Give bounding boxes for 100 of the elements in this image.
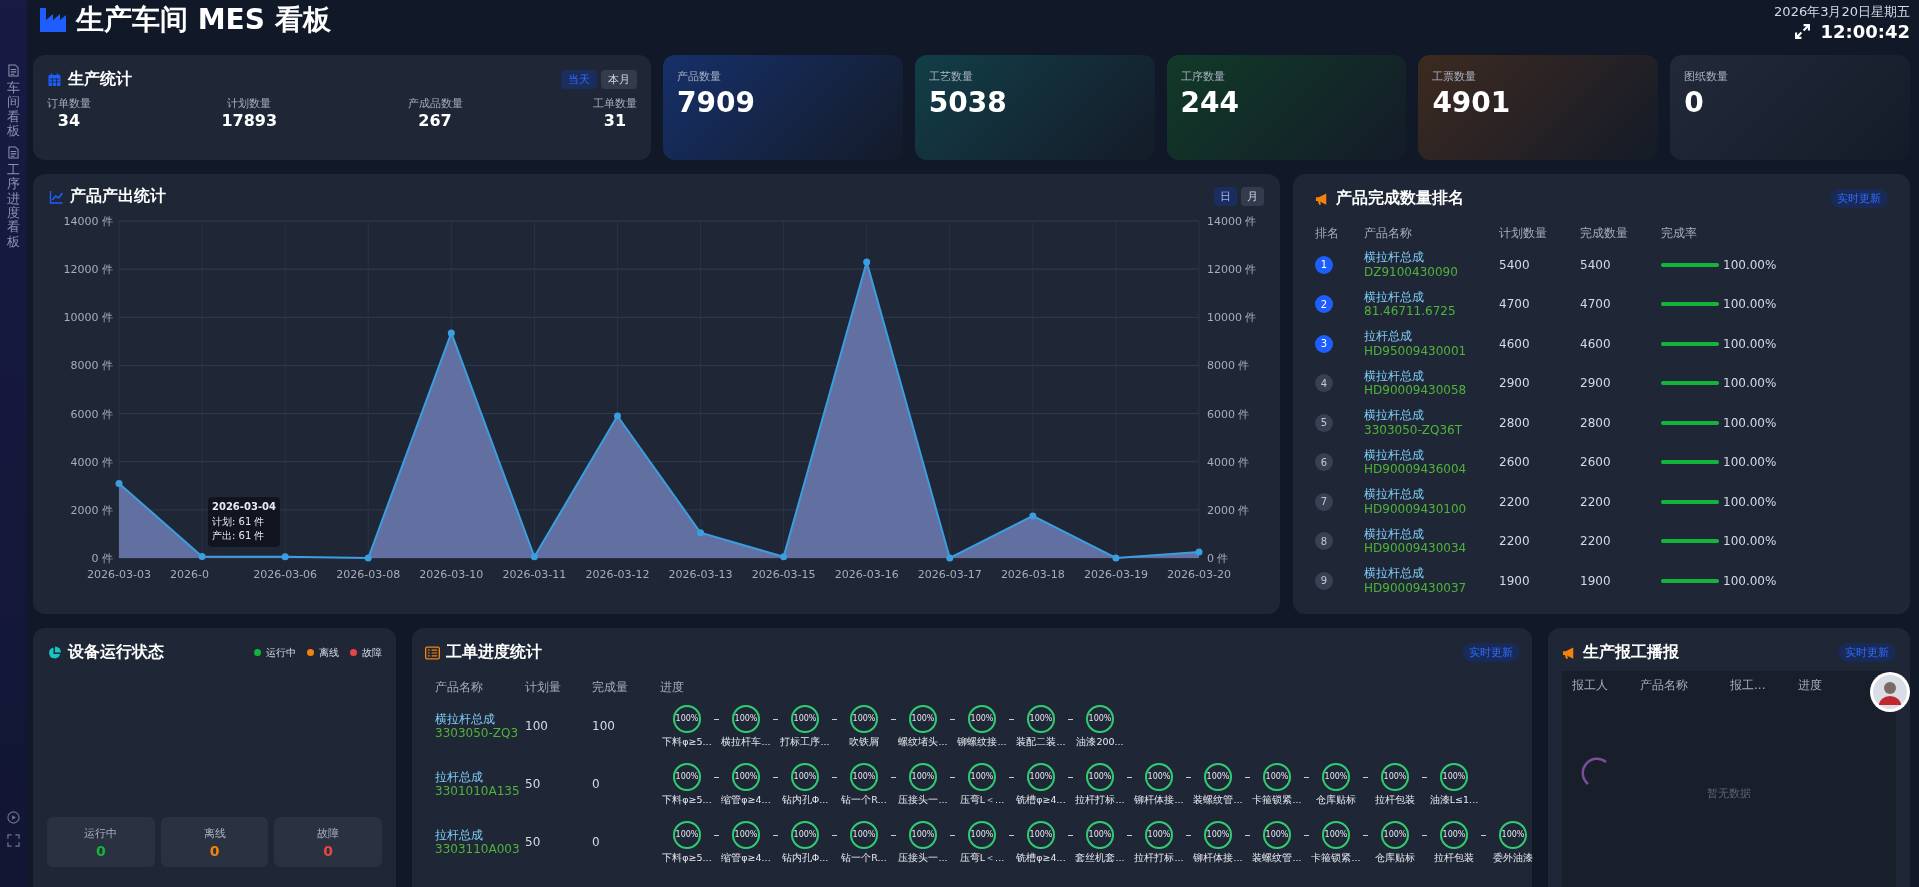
data-point[interactable]	[115, 479, 123, 487]
sidebar-item[interactable]: 工序进度看板	[7, 146, 20, 249]
axis-label: 10000 件	[63, 311, 113, 325]
step-label: 拉杆包装	[1434, 851, 1474, 865]
progress-bar	[1661, 539, 1719, 544]
panel-title: 设备运行状态	[68, 642, 164, 663]
axis-label: 12000 件	[1207, 263, 1257, 277]
rank-badge: 1	[1315, 255, 1333, 274]
step-label: 横拉杆车...	[721, 735, 771, 749]
status-label: 运行中	[84, 825, 118, 841]
data-point[interactable]	[1029, 512, 1037, 520]
play-icon[interactable]	[7, 811, 20, 824]
table-cell-text: 4700	[1580, 297, 1612, 312]
column-header: 进度	[660, 678, 685, 696]
ring-percent: 100%	[733, 829, 759, 841]
data-point[interactable]	[780, 553, 788, 561]
product-name: 横拉杆总成	[1364, 566, 1425, 581]
axis-label: 2026-03-19	[1083, 568, 1148, 581]
axis-label: 2000 件	[70, 503, 113, 517]
table-cell-text: 4600	[1499, 336, 1531, 351]
product-code: 3303110A003	[435, 842, 521, 857]
rate-text: 100.00%	[1723, 297, 1777, 312]
period-tab[interactable]: 月	[1241, 187, 1264, 206]
live-badge: 实时更新	[1462, 643, 1520, 662]
status-count: 0	[323, 842, 334, 859]
table-cell-text: 50	[525, 777, 542, 791]
sidebar-item[interactable]: 车间看板	[7, 64, 20, 139]
panel-title: 工单进度统计	[446, 642, 542, 663]
ring-percent: 100%	[1205, 771, 1231, 783]
table-cell-text: 5400	[1499, 257, 1531, 272]
product-code: HD90009430058	[1364, 383, 1468, 398]
column-header: 产品名称	[1364, 224, 1413, 242]
expand-icon[interactable]	[1795, 23, 1811, 39]
table-cell-text: 100	[525, 719, 549, 733]
data-point[interactable]	[613, 412, 621, 420]
data-point[interactable]	[863, 258, 871, 266]
data-point[interactable]	[697, 529, 705, 537]
fullscreen-icon[interactable]	[7, 834, 20, 847]
progress-bar	[1661, 341, 1719, 346]
data-point[interactable]	[530, 553, 538, 561]
data-point[interactable]	[198, 553, 206, 561]
rank-badge: 4	[1315, 374, 1333, 393]
axis-label: 14000 件	[1207, 215, 1257, 228]
data-point[interactable]	[946, 554, 954, 562]
period-tab[interactable]: 日	[1214, 187, 1237, 206]
product-name: 横拉杆总成	[435, 711, 496, 726]
product-name: 横拉杆总成	[1364, 368, 1425, 384]
status-label: 故障	[317, 825, 340, 841]
rank-badge: 2	[1315, 295, 1333, 314]
ring-percent: 100%	[1028, 713, 1054, 725]
data-point[interactable]	[364, 554, 372, 562]
axis-label: 6000 件	[70, 407, 113, 421]
axis-label: 2026-03-10	[419, 568, 484, 581]
data-point[interactable]	[1195, 548, 1203, 556]
ring-percent: 100%	[1500, 829, 1526, 841]
rank-badge: 5	[1315, 413, 1333, 432]
column-header: 报工...	[1730, 677, 1767, 694]
axis-label: 2000 件	[1207, 503, 1250, 517]
step-label: 拉杆包装	[1375, 793, 1415, 807]
axis-label: 6000 件	[1207, 407, 1250, 421]
step-label: 装配二装...	[1016, 735, 1066, 749]
step-label: 缩管φ≥4...	[721, 793, 771, 807]
step-label: 铆螺纹接...	[957, 735, 1007, 749]
ring-percent: 100%	[1264, 771, 1290, 783]
ring-percent: 100%	[1146, 829, 1172, 841]
axis-label: 4000 件	[70, 455, 113, 469]
axis-label: 8000 件	[70, 359, 113, 373]
step-label: 下料φ≥5...	[662, 851, 712, 865]
ring-percent: 100%	[733, 771, 759, 783]
data-point[interactable]	[1112, 554, 1120, 562]
metric-value: 31	[603, 111, 627, 130]
progress-bar	[1661, 460, 1719, 465]
ring-percent: 100%	[1382, 829, 1408, 841]
live-badge: 实时更新	[1838, 643, 1896, 662]
rank-badge: 3	[1315, 334, 1333, 353]
data-point[interactable]	[447, 329, 455, 337]
card-value: 5038	[928, 86, 1008, 119]
avatar[interactable]	[1870, 672, 1910, 712]
date-text: 2026年3月20日星期五	[1774, 2, 1910, 21]
rate-text: 100.00%	[1723, 336, 1777, 351]
ring-percent: 100%	[1264, 829, 1290, 841]
step-label: 下料φ≥5...	[662, 735, 712, 749]
product-name: 拉杆总成	[435, 827, 484, 842]
rate-text: 100.00%	[1723, 376, 1777, 391]
axis-label: 8000 件	[1207, 359, 1250, 373]
ring-percent: 100%	[1441, 829, 1467, 841]
step-label: 压弯L＜...	[959, 851, 1005, 865]
metric-label: 订单数量	[47, 96, 91, 111]
card-value: 0	[1684, 86, 1705, 119]
step-label: 下料φ≥5...	[662, 793, 712, 807]
range-tab[interactable]: 本月	[601, 70, 637, 89]
table-cell-text: 2200	[1580, 494, 1612, 509]
axis-label: 0 件	[91, 552, 113, 565]
step-label: 委外油漆	[1493, 851, 1533, 865]
step-label: 套丝机套...	[1075, 851, 1125, 865]
progress-bar	[1661, 420, 1719, 425]
ring-percent: 100%	[674, 829, 700, 841]
data-point[interactable]	[281, 553, 289, 561]
step-label: 铆杆体接...	[1193, 851, 1243, 865]
calendar-icon	[47, 72, 62, 87]
